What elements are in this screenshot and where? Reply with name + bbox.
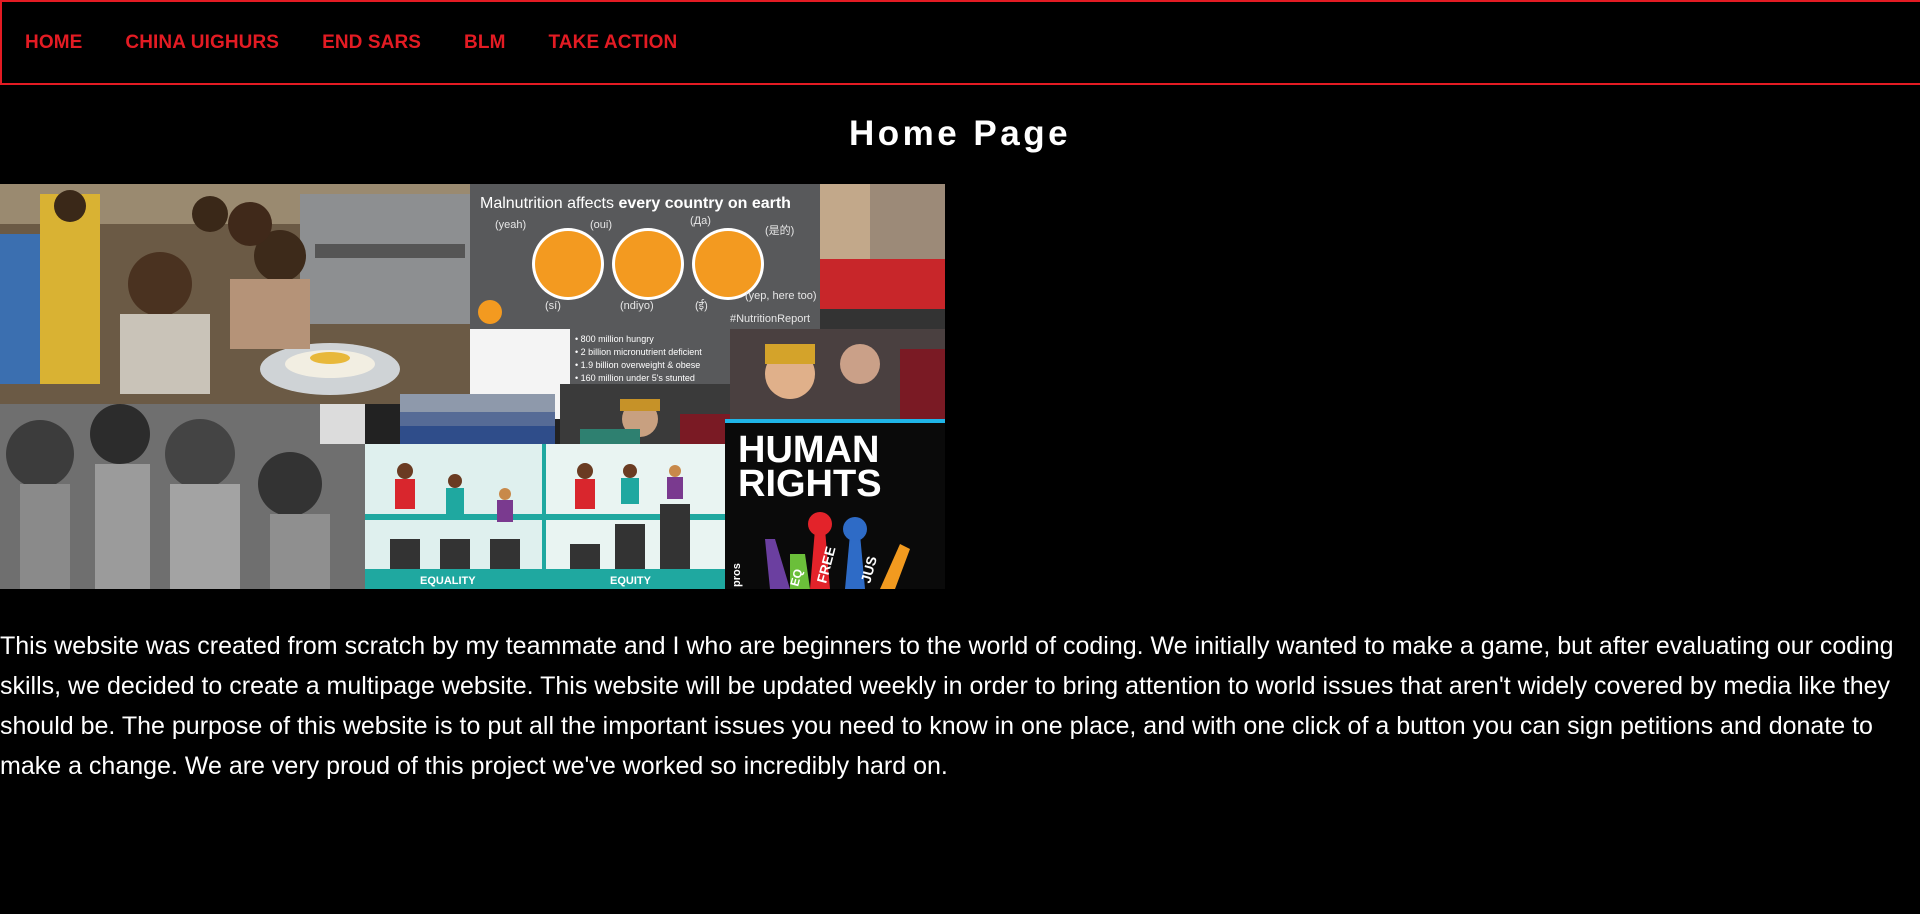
svg-text:Malnutrition affects every cou: Malnutrition affects every country on ea… xyxy=(480,195,791,212)
svg-text:• 2 billion micronutrient defi: • 2 billion micronutrient deficient xyxy=(575,347,702,357)
svg-text:EQUITY: EQUITY xyxy=(610,575,652,587)
svg-text:(Да): (Да) xyxy=(690,215,711,227)
nav-link-blm[interactable]: BLM xyxy=(464,32,505,54)
svg-text:(yeah): (yeah) xyxy=(495,219,526,231)
nutrition-infographic: Malnutrition affects every country on ea… xyxy=(470,184,820,329)
protest-photo-top-right xyxy=(820,184,945,329)
svg-text:• 160 million under 5's stunte: • 160 million under 5's stunted xyxy=(575,373,695,383)
svg-text:(oui): (oui) xyxy=(590,219,612,231)
site-description-paragraph: This website was created from scratch by… xyxy=(0,632,1894,780)
svg-text:(yep, here too): (yep, here too) xyxy=(745,290,817,302)
top-navigation-bar: HOME CHINA UIGHURS END SARS BLM TAKE ACT… xyxy=(0,0,1920,85)
svg-text:RIGHTS: RIGHTS xyxy=(738,463,882,505)
nav-link-end-sars[interactable]: END SARS xyxy=(322,32,421,54)
svg-text:(ई): (ई) xyxy=(695,299,708,312)
svg-text:(sí): (sí) xyxy=(545,300,561,312)
svg-text:pros: pros xyxy=(731,563,743,587)
collage-illustration: Malnutrition affects every country on ea… xyxy=(0,184,945,589)
svg-text:(ndiyo): (ndiyo) xyxy=(620,300,654,312)
nav-link-home[interactable]: HOME xyxy=(25,32,82,54)
svg-text:EQUALITY: EQUALITY xyxy=(420,575,476,587)
nav-link-china-uighurs[interactable]: CHINA UIGHURS xyxy=(125,32,279,54)
page-title: Home Page xyxy=(848,114,1072,153)
human-rights-collage-image: Malnutrition affects every country on ea… xyxy=(0,184,945,589)
children-food-photo xyxy=(0,184,470,404)
svg-text:• 800 million hungry: • 800 million hungry xyxy=(575,334,654,344)
svg-text:#NutritionReport: #NutritionReport xyxy=(730,313,810,325)
svg-text:• 1.9 billion overweight & obe: • 1.9 billion overweight & obese xyxy=(575,360,700,370)
nav-link-take-action[interactable]: TAKE ACTION xyxy=(549,32,678,54)
svg-text:(是的): (是的) xyxy=(765,223,794,237)
equality-equity-illustration: EQUALITY EQUITY xyxy=(365,444,725,589)
starving-children-photo xyxy=(0,404,365,589)
human-rights-poster: HUMAN RIGHTS FREE JUS EQ pros xyxy=(725,419,945,589)
